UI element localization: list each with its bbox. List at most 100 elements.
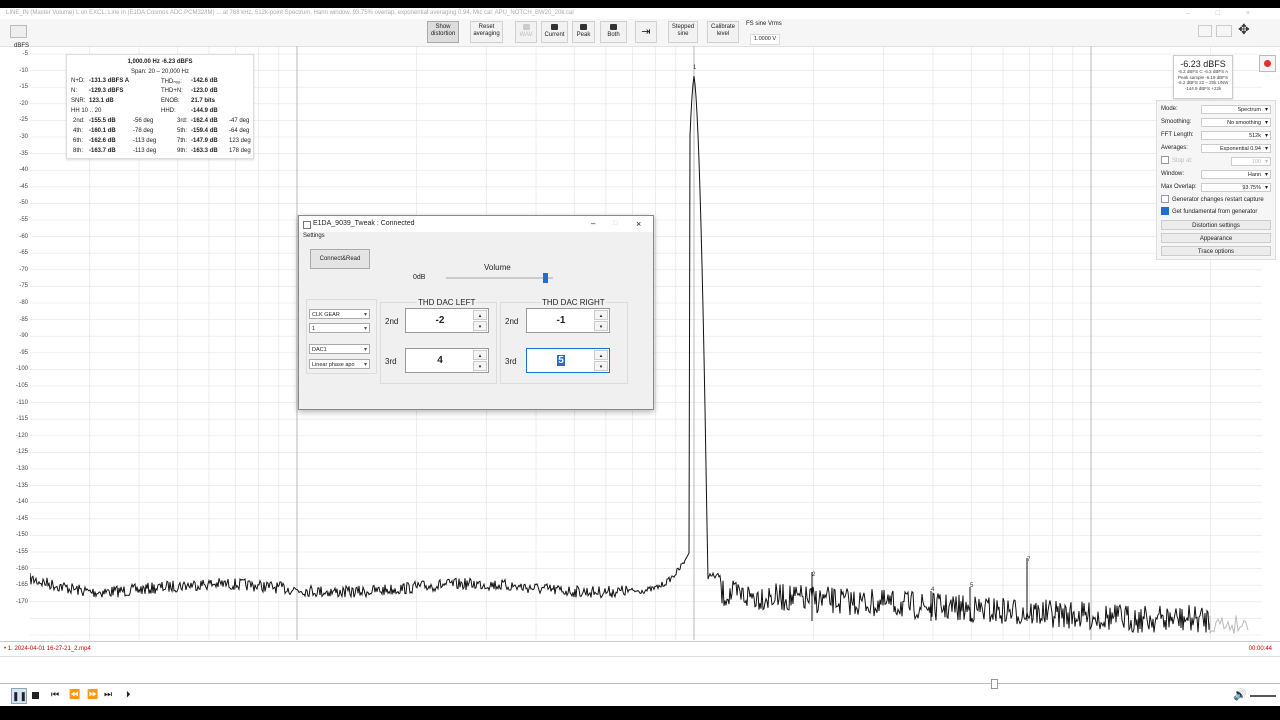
stop-icon[interactable] — [32, 692, 39, 699]
right-2nd-value[interactable]: -1 — [527, 309, 595, 332]
export-button[interactable]: ⇥ — [635, 21, 657, 43]
top-black-bar — [0, 0, 1280, 8]
averages-select[interactable]: Exponential 0.94 — [1201, 144, 1271, 154]
bottom-black-bar — [0, 706, 1280, 720]
left-2nd-down-icon[interactable]: ▾ — [473, 321, 487, 331]
reset-averaging-button[interactable]: Reset averaging — [470, 21, 503, 43]
peak-button[interactable]: Peak — [572, 21, 595, 43]
fft-length-select[interactable]: 512k — [1201, 131, 1271, 141]
appearance-button[interactable]: Appearance — [1161, 233, 1271, 243]
stats-cell: 8th: — [73, 148, 84, 154]
stats-cell: -129.3 dBFS — [89, 88, 124, 94]
fft-length-label: FFT Length: — [1161, 132, 1194, 138]
right-3rd-value[interactable]: 5 — [527, 349, 595, 372]
max-overlap-select[interactable]: 93.75% — [1201, 183, 1271, 193]
dac-select[interactable]: DAC1 — [309, 344, 370, 355]
left-3rd-down-icon[interactable]: ▾ — [473, 361, 487, 371]
mode-select[interactable]: Spectrum — [1201, 105, 1271, 115]
left-2nd-spinbox[interactable]: -2 ▴ ▾ — [405, 308, 489, 333]
stats-cell: THDₙₒₒ: — [161, 79, 182, 85]
rewind-icon[interactable]: ⏪ — [69, 689, 80, 700]
stats-cell: -162.6 dB — [89, 138, 116, 144]
left-3rd-up-icon[interactable]: ▴ — [473, 350, 487, 360]
clk-gear-value-select[interactable]: 1 — [309, 323, 370, 334]
window-select[interactable]: Hann — [1201, 170, 1271, 180]
left-2nd-label: 2nd — [385, 317, 399, 326]
media-file-bar: • 1. 2024-04-01 16-27-21_2.mp4 00:00:44 — [0, 641, 1280, 657]
stats-cell: HH 10 .. 20 — [71, 108, 102, 114]
right-2nd-up-icon[interactable]: ▴ — [594, 310, 608, 320]
pause-icon[interactable]: ❚❚ — [11, 688, 27, 704]
volume-slider-thumb[interactable] — [542, 273, 548, 283]
save-current-icon — [551, 24, 558, 30]
peak-label: Peak — [576, 32, 591, 38]
fs-sine-value[interactable]: 1.0000 V — [750, 34, 780, 45]
maximize-icon[interactable]: □ — [613, 216, 617, 232]
generator-restart-checkbox[interactable] — [1161, 195, 1169, 204]
level-line-1: -6.2 dBFS C -6.2 dBFS A — [1177, 69, 1229, 74]
harmonic-marker-4: 4 — [931, 587, 935, 593]
stats-cell: -163.3 dB — [191, 148, 218, 154]
volume-icon[interactable]: 🔊 — [1233, 688, 1247, 701]
wav-button[interactable]: WAV — [515, 21, 537, 43]
media-filename[interactable]: • 1. 2024-04-01 16-27-21_2.mp4 — [4, 642, 91, 656]
y-tick-label: -165 — [15, 582, 28, 589]
move-icon[interactable]: ✥ — [1238, 21, 1250, 37]
left-3rd-spinbox[interactable]: 4 ▴ ▾ — [405, 348, 489, 373]
stepped-sine-button[interactable]: Stepped sine — [668, 21, 698, 43]
fundamental-from-generator-row: Get fundamental from generator — [1161, 207, 1271, 218]
right-3rd-selected-text[interactable]: 5 — [557, 355, 565, 366]
graph-layout-icon[interactable] — [1198, 25, 1212, 37]
frame-step-icon[interactable]: ⏵ — [126, 689, 131, 700]
filter-select[interactable]: Linear phase apo — [309, 359, 370, 370]
forward-icon[interactable]: ⏩ — [87, 689, 98, 700]
stats-cell: -159.4 dB — [191, 128, 218, 134]
record-button[interactable] — [1259, 55, 1276, 72]
y-tick-label: -40 — [19, 167, 28, 174]
close-icon[interactable]: × — [636, 216, 641, 232]
wav-label: WAV — [519, 32, 533, 38]
toolbar-menu-button[interactable] — [10, 25, 27, 38]
skip-end-icon[interactable]: ⏭ — [104, 689, 112, 700]
stop-at-input[interactable]: 100 — [1231, 157, 1271, 167]
left-2nd-value[interactable]: -2 — [406, 309, 474, 332]
trace-options-button[interactable]: Trace options — [1161, 246, 1271, 256]
seek-bar[interactable] — [0, 683, 1280, 684]
stats-cell: -123.0 dB — [191, 88, 218, 94]
left-2nd-up-icon[interactable]: ▴ — [473, 310, 487, 320]
right-3rd-up-icon[interactable]: ▴ — [594, 350, 608, 360]
both-button[interactable]: Both — [600, 21, 627, 43]
connect-read-button[interactable]: Connect&Read — [310, 249, 370, 269]
minimize-icon[interactable]: – — [591, 216, 595, 232]
split-view-icon[interactable] — [1216, 25, 1232, 37]
tweak-dialog: E1DA_9039_Tweak : Connected – □ × Settin… — [298, 215, 654, 410]
smoothing-select[interactable]: No smoothing — [1201, 118, 1271, 128]
y-tick-label: -110 — [16, 399, 28, 406]
settings-menu[interactable]: Settings — [303, 233, 325, 239]
right-3rd-down-icon[interactable]: ▾ — [594, 361, 608, 371]
stats-cell: 3rd: — [177, 118, 188, 124]
window-controls[interactable]: – □ × — [1186, 8, 1262, 19]
clk-gear-select[interactable]: CLK GEAR — [309, 309, 370, 320]
averages-label: Averages: — [1161, 145, 1188, 151]
skip-start-icon[interactable]: ⏮ — [51, 689, 59, 700]
right-3rd-label: 3rd — [505, 357, 517, 366]
max-overlap-row: Max Overlap: 93.75% — [1161, 182, 1271, 193]
fundamental-from-generator-checkbox[interactable] — [1161, 207, 1169, 216]
y-tick-label: -140 — [15, 499, 28, 506]
calibrate-level-button[interactable]: Calibrate level — [707, 21, 739, 43]
volume-slider-track[interactable] — [446, 273, 553, 283]
distortion-settings-button[interactable]: Distortion settings — [1161, 220, 1271, 230]
volume-bar[interactable] — [1250, 695, 1276, 697]
y-tick-label: -35 — [19, 150, 28, 157]
right-2nd-down-icon[interactable]: ▾ — [594, 321, 608, 331]
left-3rd-value[interactable]: 4 — [406, 349, 474, 372]
y-tick-label: -100 — [15, 366, 28, 373]
right-2nd-spinbox[interactable]: -1 ▴ ▾ — [526, 308, 610, 333]
right-3rd-spinbox[interactable]: 5 ▴ ▾ — [526, 348, 610, 373]
fundamental-from-generator-label: Get fundamental from generator — [1172, 209, 1258, 215]
current-button[interactable]: Current — [541, 21, 568, 43]
show-distortion-button[interactable]: Show distortion — [427, 21, 459, 43]
stop-at-checkbox[interactable] — [1161, 156, 1169, 165]
y-tick-label: -125 — [15, 449, 28, 456]
